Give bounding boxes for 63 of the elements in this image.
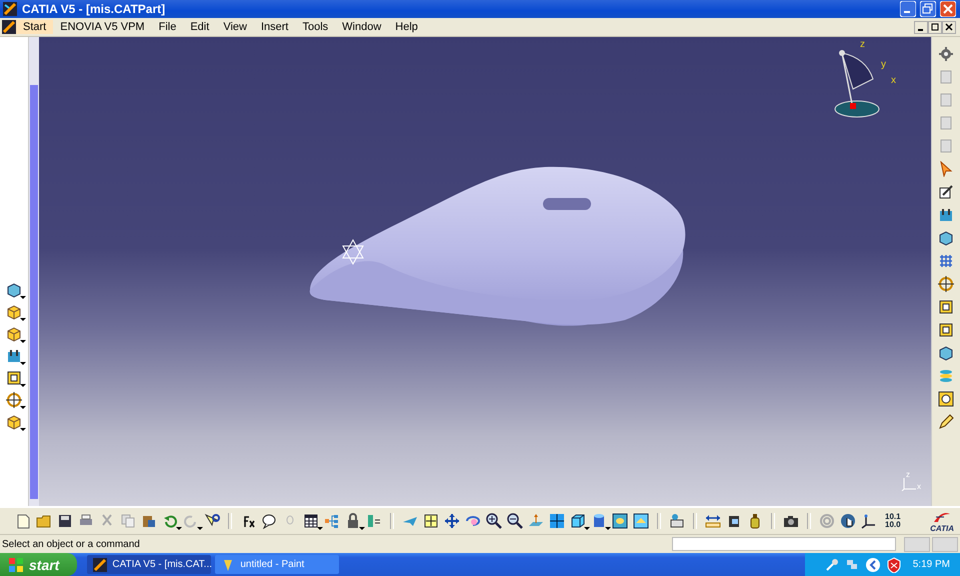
- gear-icon[interactable]: [937, 45, 955, 63]
- solid-icon[interactable]: [5, 281, 23, 299]
- menu-item[interactable]: Insert: [254, 20, 296, 34]
- status-message: Select an object or a command: [2, 538, 140, 550]
- scroll-thumb[interactable]: [30, 85, 38, 499]
- document-icon: [2, 20, 16, 34]
- frame-icon[interactable]: [937, 321, 955, 339]
- windows-logo-icon: [8, 556, 24, 572]
- clock: 5:19 PM: [912, 559, 950, 570]
- menu-item[interactable]: Help: [388, 20, 425, 34]
- command-field[interactable]: [672, 537, 896, 551]
- menu-item[interactable]: Start: [16, 20, 54, 34]
- menu-item[interactable]: Tools: [295, 20, 336, 34]
- ring-icon[interactable]: [937, 390, 955, 408]
- axis-label: y: [881, 59, 886, 70]
- measure-icon[interactable]: [704, 512, 722, 530]
- grid-readout[interactable]: 10.1 10.0: [885, 513, 901, 529]
- child-minimize-button[interactable]: [914, 20, 928, 34]
- axis-label: z: [906, 470, 910, 479]
- save-icon[interactable]: [56, 512, 74, 530]
- frame-icon[interactable]: [937, 298, 955, 316]
- shield-icon: [886, 556, 901, 572]
- child-restore-button[interactable]: [928, 20, 942, 34]
- close-button[interactable]: [940, 1, 956, 17]
- zoom-out-icon[interactable]: [506, 512, 524, 530]
- table-icon[interactable]: [302, 512, 320, 530]
- multi-view-icon[interactable]: [548, 512, 566, 530]
- zoom-in-icon[interactable]: [485, 512, 503, 530]
- pattern-icon[interactable]: [937, 252, 955, 270]
- block-icon[interactable]: [5, 413, 23, 431]
- axis-label: z: [860, 39, 865, 50]
- solid-icon[interactable]: [937, 344, 955, 362]
- network-icon: [844, 558, 859, 572]
- menu-item[interactable]: Window: [335, 20, 388, 34]
- chevron-icon[interactable]: [864, 556, 881, 572]
- crosshair-icon[interactable]: [5, 391, 23, 409]
- axis-icon[interactable]: [860, 512, 878, 530]
- cube-icon[interactable]: [569, 512, 587, 530]
- child-close-button[interactable]: [942, 20, 956, 34]
- task-button[interactable]: CATIA V5 - [mis.CAT...: [87, 555, 212, 574]
- logo-text: CATIA: [930, 524, 954, 532]
- menu-item[interactable]: ENOVIA V5 VPM: [53, 20, 152, 34]
- task-button[interactable]: untitled - Paint: [215, 555, 340, 574]
- axis-label: x: [891, 75, 896, 86]
- window-title: CATIA V5 - [mis.CATPart]: [22, 2, 166, 16]
- scroll-bar[interactable]: [29, 37, 39, 506]
- menu-item[interactable]: View: [216, 20, 254, 34]
- app-icon: [93, 558, 108, 572]
- box-icon[interactable]: [5, 303, 23, 321]
- axis-icon: [901, 477, 917, 491]
- pencil-icon[interactable]: [937, 413, 955, 431]
- restore-button[interactable]: [920, 1, 936, 17]
- pan-icon[interactable]: [443, 512, 461, 530]
- microphone-icon: [824, 558, 839, 572]
- minimize-button[interactable]: [900, 1, 916, 17]
- speech-bubble-icon[interactable]: [260, 512, 278, 530]
- menu-item[interactable]: Edit: [183, 20, 216, 34]
- app-icon: [3, 2, 17, 16]
- sketch-icon[interactable]: [937, 183, 955, 201]
- menu-item[interactable]: File: [152, 20, 184, 34]
- compass-drawing: [834, 50, 880, 118]
- cube-icon[interactable]: [5, 325, 23, 343]
- circle-icon[interactable]: [937, 275, 955, 293]
